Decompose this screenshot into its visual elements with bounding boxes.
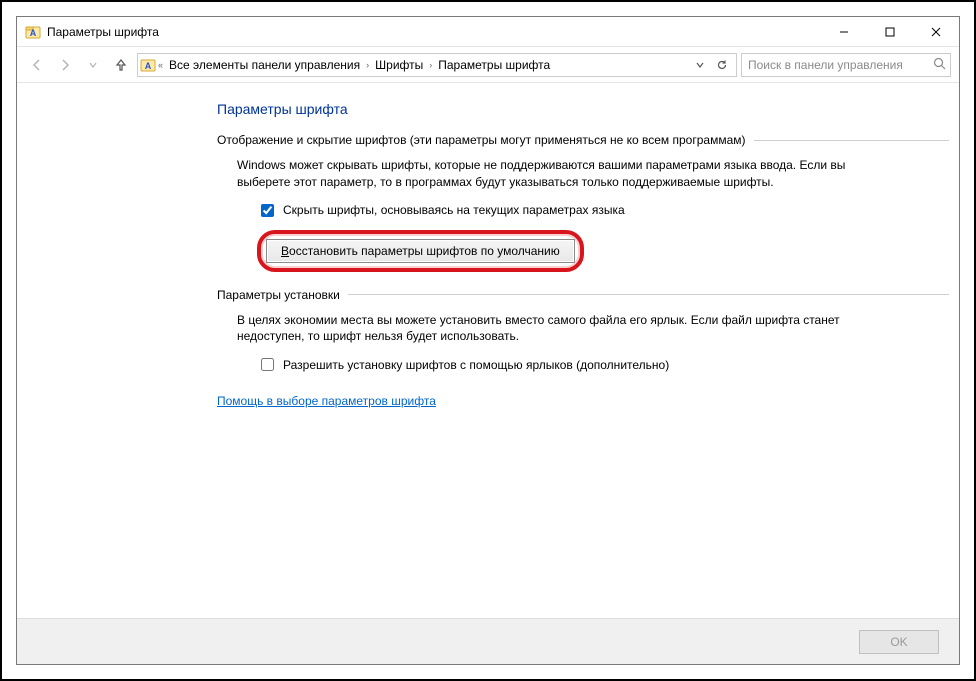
window-title: Параметры шрифта [47,25,159,39]
search-input[interactable] [746,57,933,73]
divider [754,140,950,141]
address-icon: A [140,57,156,73]
breadcrumb-item[interactable]: Параметры шрифта [434,54,554,76]
breadcrumb-label: Все элементы панели управления [169,58,360,72]
divider [348,294,949,295]
group-install-options: Параметры установки В целях экономии мес… [217,288,949,375]
search-icon[interactable] [933,57,946,73]
minimize-button[interactable] [821,17,867,46]
close-button[interactable] [913,17,959,46]
svg-text:A: A [30,28,37,38]
group-description: Windows может скрывать шрифты, которые н… [237,157,857,191]
chevron-left-double-icon: « [158,60,163,70]
content-area: Параметры шрифта Отображение и скрытие ш… [17,83,959,618]
address-bar[interactable]: A « Все элементы панели управления › Шри… [137,53,737,77]
help-link[interactable]: Помощь в выборе параметров шрифта [217,394,436,408]
breadcrumb-label: Шрифты [375,58,423,72]
restore-defaults-button[interactable]: Восстановить параметры шрифтов по умолча… [266,239,575,263]
search-box[interactable] [741,53,951,77]
back-button[interactable] [25,53,49,77]
footer-bar: OK [17,618,959,664]
breadcrumb-item[interactable]: Шрифты [371,54,427,76]
ok-button[interactable]: OK [859,630,939,654]
group-display-hide-fonts: Отображение и скрытие шрифтов (эти парам… [217,133,949,272]
checkbox-label: Разрешить установку шрифтов с помощью яр… [283,358,669,372]
app-icon: A [25,24,41,40]
title-bar: A Параметры шрифта [17,17,959,47]
chevron-right-icon: › [366,60,369,70]
button-label-rest: осстановить параметры шрифтов по умолчан… [289,244,560,258]
group-label: Параметры установки [217,288,340,302]
allow-shortcut-install-checkbox[interactable] [261,358,274,371]
navigation-bar: A « Все элементы панели управления › Шри… [17,47,959,83]
checkbox-label: Скрыть шрифты, основываясь на текущих па… [283,203,625,217]
breadcrumb-item[interactable]: Все элементы панели управления [165,54,364,76]
chevron-right-icon: › [429,60,432,70]
maximize-button[interactable] [867,17,913,46]
group-label: Отображение и скрытие шрифтов (эти парам… [217,133,746,147]
refresh-icon[interactable] [712,55,732,75]
page-title: Параметры шрифта [217,101,949,117]
address-dropdown-icon[interactable] [690,55,710,75]
accelerator-char: В [281,244,289,258]
recent-dropdown-icon[interactable] [81,53,105,77]
hide-fonts-checkbox[interactable] [261,204,274,217]
up-button[interactable] [109,53,133,77]
window-frame: A Параметры шрифта [16,16,960,665]
svg-text:A: A [145,61,152,71]
group-description: В целях экономии места вы можете установ… [237,312,857,346]
highlight-annotation: Восстановить параметры шрифтов по умолча… [257,230,584,272]
forward-button[interactable] [53,53,77,77]
breadcrumb-label: Параметры шрифта [438,58,550,72]
